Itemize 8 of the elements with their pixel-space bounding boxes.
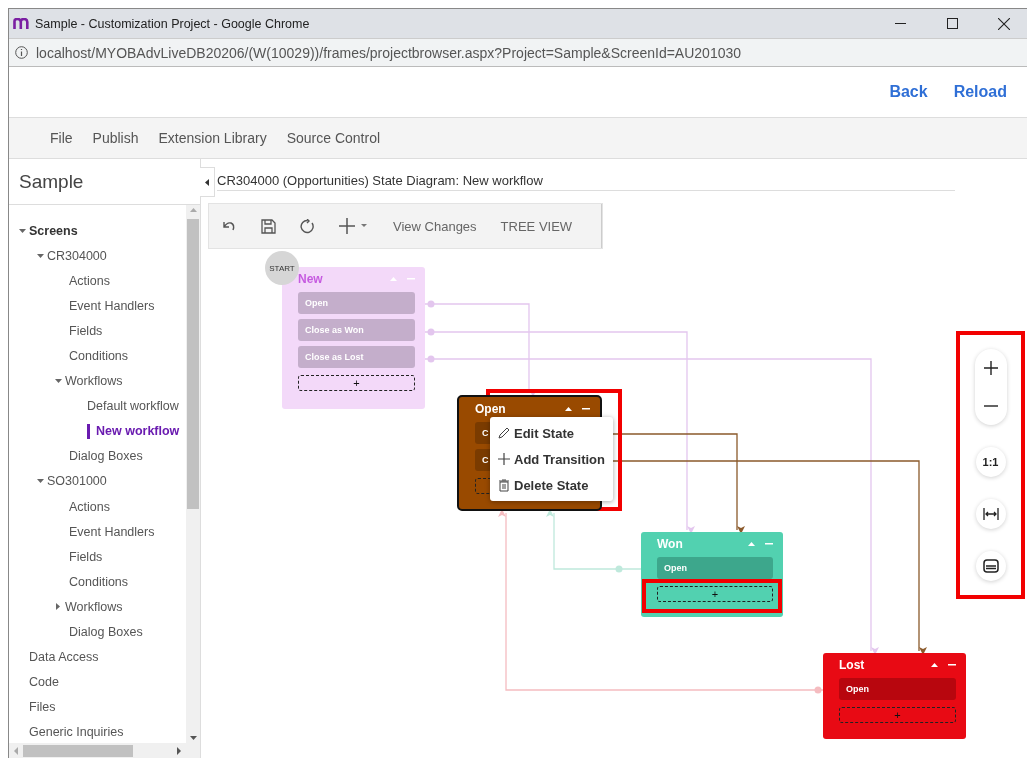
diagram-title: CR304000 (Opportunities) State Diagram: New workflow bbox=[217, 173, 543, 188]
state-name: New bbox=[298, 272, 324, 286]
window-title: Sample - Customization Project - Google Chrome bbox=[35, 16, 310, 31]
state-name: Open bbox=[475, 402, 507, 416]
state-name: Lost bbox=[839, 658, 866, 672]
sidebar-title: Sample bbox=[19, 170, 84, 193]
state-name: Won bbox=[657, 537, 684, 551]
start-marker: START bbox=[265, 251, 299, 285]
